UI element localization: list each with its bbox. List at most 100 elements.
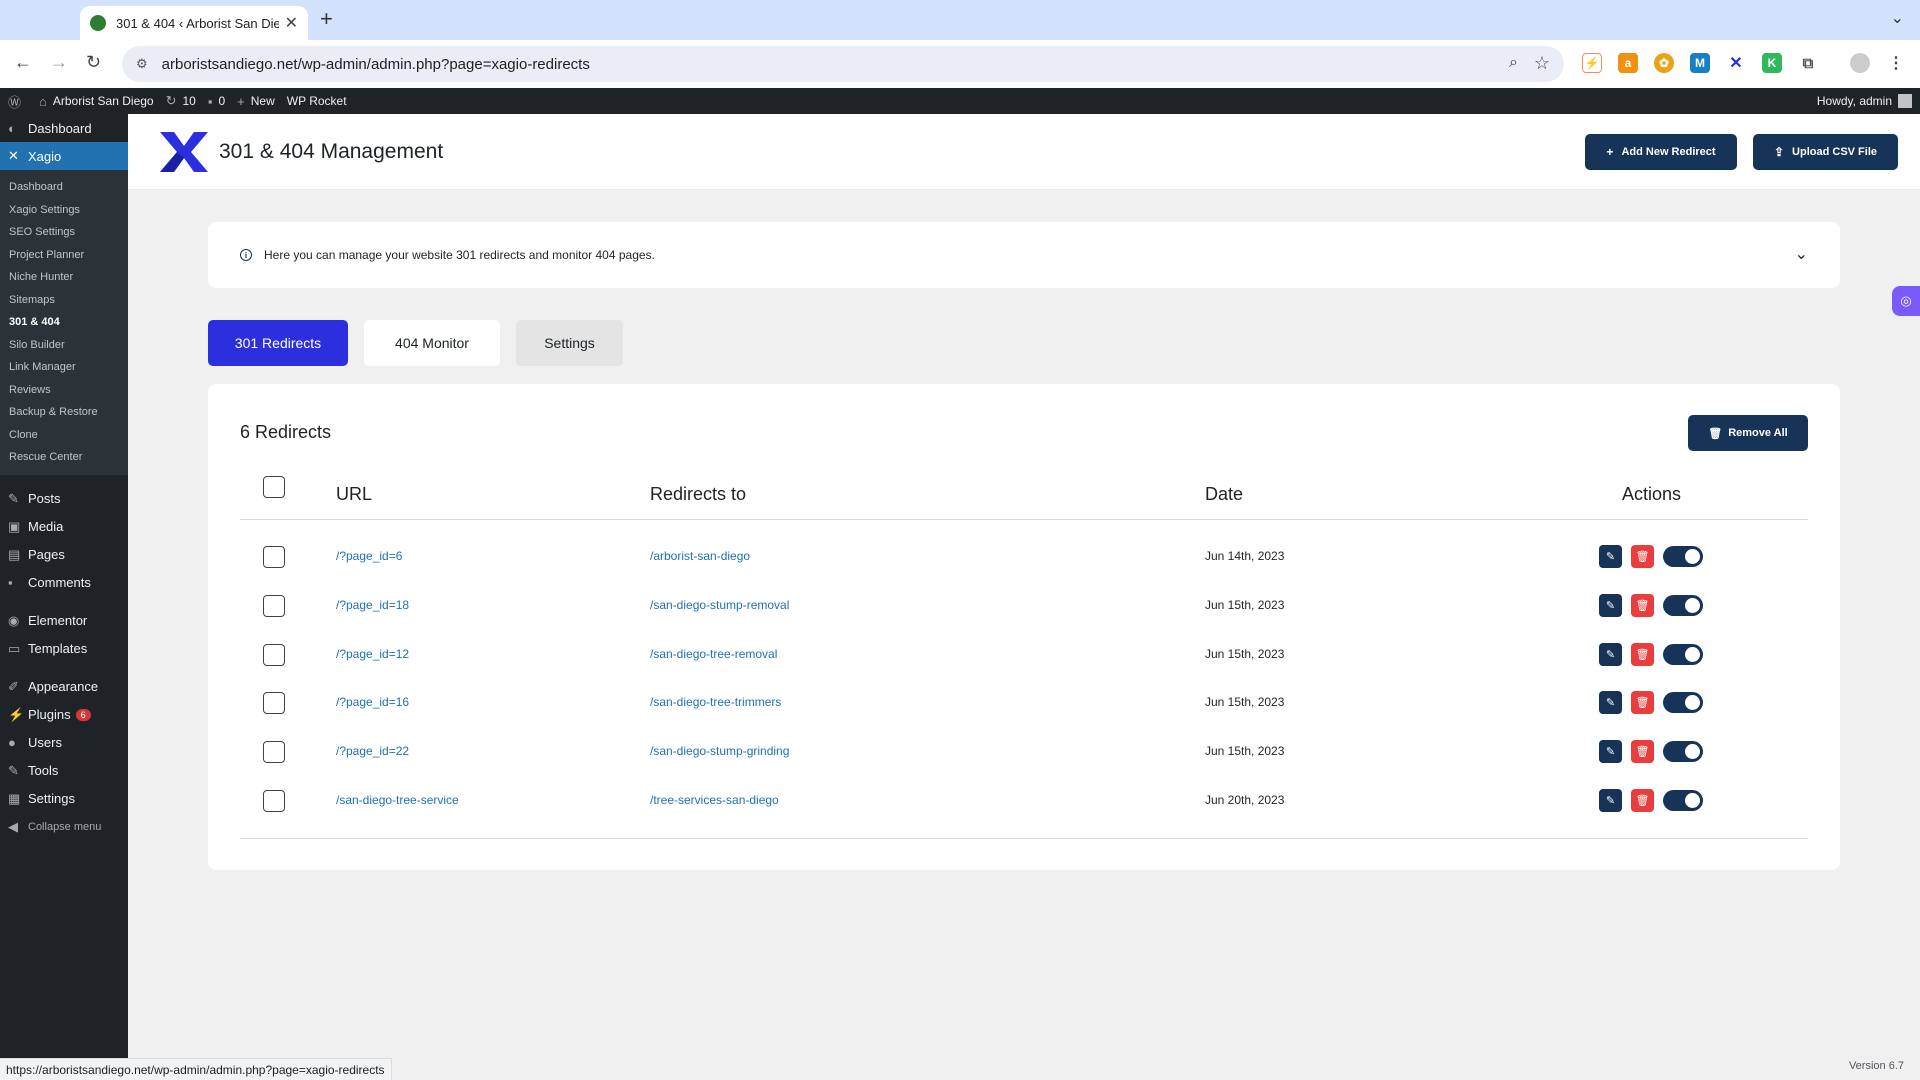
submenu-item[interactable]: Sitemaps — [0, 289, 128, 312]
back-button[interactable]: ← — [14, 52, 32, 73]
new-tab-button[interactable]: + — [320, 6, 333, 32]
edit-icon[interactable]: ✎ — [1599, 545, 1622, 568]
submenu-item-current[interactable]: 301 & 404 — [0, 311, 128, 334]
menu-tools[interactable]: ✎ Tools — [0, 757, 128, 785]
row-checkbox[interactable] — [263, 643, 285, 666]
menu-templates[interactable]: ▭ Templates — [0, 635, 128, 663]
submenu-item[interactable]: Silo Builder — [0, 334, 128, 357]
enabled-toggle[interactable] — [1663, 692, 1703, 714]
site-name-link[interactable]: ⌂ Arborist San Diego — [39, 94, 154, 109]
menu-plugins[interactable]: ⚡ Plugins 6 — [0, 701, 128, 729]
target-url-link[interactable]: /arborist-san-diego — [650, 549, 750, 563]
delete-icon[interactable]: 🗑 — [1631, 691, 1654, 715]
source-url-link[interactable]: /?page_id=6 — [336, 549, 402, 563]
enabled-toggle[interactable] — [1663, 741, 1703, 763]
menu-posts[interactable]: ✎ Posts — [0, 485, 128, 513]
extension-xagio-icon[interactable]: ✕ — [1726, 53, 1746, 73]
menu-settings[interactable]: ▦ Settings — [0, 785, 128, 813]
enabled-toggle[interactable] — [1663, 546, 1703, 567]
submenu-item[interactable]: Dashboard — [0, 176, 128, 199]
edit-icon[interactable]: ✎ — [1599, 691, 1622, 715]
edit-icon[interactable]: ✎ — [1599, 642, 1622, 666]
delete-icon[interactable]: 🗑 — [1631, 593, 1654, 617]
wordpress-logo-icon[interactable]: Ⓦ — [8, 92, 27, 111]
delete-icon[interactable]: 🗑 — [1631, 642, 1654, 666]
extension-amazon-icon[interactable]: a — [1618, 53, 1638, 73]
submenu-item[interactable]: Project Planner — [0, 244, 128, 267]
remove-all-button[interactable]: 🗑 Remove All — [1688, 415, 1808, 451]
menu-elementor[interactable]: ◉ Elementor — [0, 607, 128, 635]
delete-icon[interactable]: 🗑 — [1631, 740, 1654, 764]
menu-appearance[interactable]: ✐ Appearance — [0, 673, 128, 701]
reload-button[interactable]: ↻ — [86, 52, 101, 73]
browser-menu-icon[interactable]: ⋮ — [1886, 53, 1906, 73]
tab-301-redirects[interactable]: 301 Redirects — [208, 320, 348, 366]
source-url-link[interactable]: /?page_id=22 — [336, 744, 409, 758]
close-tab-icon[interactable]: ✕ — [285, 13, 298, 33]
tab-search-chevron-icon[interactable]: ⌄ — [1891, 8, 1904, 28]
comments-link[interactable]: ▪ 0 — [208, 94, 225, 109]
target-url-link[interactable]: /san-diego-stump-removal — [650, 598, 789, 612]
source-url-link[interactable]: /?page_id=18 — [336, 598, 409, 612]
upload-csv-button[interactable]: ⇪ Upload CSV File — [1753, 134, 1898, 170]
zoom-icon[interactable]: ⌕ — [1509, 54, 1518, 72]
chevron-down-icon[interactable]: ⌄ — [1795, 244, 1808, 264]
submenu-item[interactable]: Xagio Settings — [0, 199, 128, 222]
tab-settings[interactable]: Settings — [516, 320, 623, 366]
menu-media[interactable]: ▣ Media — [0, 513, 128, 541]
updates-link[interactable]: ↻ 10 — [166, 93, 196, 109]
wp-rocket-link[interactable]: WP Rocket — [287, 94, 347, 108]
row-checkbox[interactable] — [263, 741, 285, 764]
edit-icon[interactable]: ✎ — [1599, 593, 1622, 617]
new-content-link[interactable]: + New — [237, 94, 275, 109]
target-url-link[interactable]: /tree-services-san-diego — [650, 793, 779, 807]
extension-k-icon[interactable]: K — [1762, 53, 1782, 73]
target-url-link[interactable]: /san-diego-tree-removal — [650, 647, 777, 661]
address-url[interactable]: arboristsandiego.net/wp-admin/admin.php?… — [162, 56, 590, 73]
extension-3-icon[interactable]: ✿ — [1654, 53, 1674, 73]
profile-avatar[interactable] — [1850, 53, 1870, 73]
target-url-link[interactable]: /san-diego-tree-trimmers — [650, 695, 781, 709]
tab-404-monitor[interactable]: 404 Monitor — [364, 320, 500, 366]
extension-1-icon[interactable]: ⚡ — [1582, 53, 1602, 73]
edit-icon[interactable]: ✎ — [1599, 740, 1622, 764]
edit-icon[interactable]: ✎ — [1599, 788, 1622, 812]
chat-widget-icon[interactable]: ◎ — [1892, 286, 1920, 316]
row-checkbox[interactable] — [263, 692, 285, 715]
submenu-item[interactable]: Rescue Center — [0, 446, 128, 469]
menu-comments[interactable]: ▪ Comments — [0, 569, 128, 597]
row-checkbox[interactable] — [263, 594, 285, 617]
row-checkbox[interactable] — [263, 546, 285, 568]
submenu-item[interactable]: Backup & Restore — [0, 401, 128, 424]
delete-icon[interactable]: 🗑 — [1631, 788, 1654, 812]
avatar[interactable] — [1898, 94, 1912, 108]
add-new-redirect-button[interactable]: + Add New Redirect — [1585, 134, 1737, 170]
source-url-link[interactable]: /san-diego-tree-service — [336, 793, 459, 807]
collapse-menu-button[interactable]: ◀ Collapse menu — [0, 813, 128, 841]
source-url-link[interactable]: /?page_id=16 — [336, 695, 409, 709]
enabled-toggle[interactable] — [1663, 594, 1703, 616]
extensions-puzzle-icon[interactable]: ⧉ — [1798, 53, 1818, 73]
bookmark-star-icon[interactable]: ☆ — [1534, 53, 1550, 74]
site-info-icon[interactable]: ⚙ — [136, 56, 148, 72]
enabled-toggle[interactable] — [1663, 643, 1703, 665]
extension-m-icon[interactable]: M — [1690, 53, 1710, 73]
my-account[interactable]: Howdy, admin — [1817, 94, 1912, 108]
submenu-item[interactable]: Link Manager — [0, 356, 128, 379]
address-bar[interactable]: ⚙ arboristsandiego.net/wp-admin/admin.ph… — [122, 46, 1564, 82]
submenu-item[interactable]: Clone — [0, 424, 128, 447]
submenu-item[interactable]: Reviews — [0, 379, 128, 402]
target-url-link[interactable]: /san-diego-stump-grinding — [650, 744, 789, 758]
delete-icon[interactable]: 🗑 — [1631, 545, 1654, 568]
browser-tab[interactable]: 301 & 404 ‹ Arborist San Diego ✕ — [80, 6, 308, 40]
select-all-checkbox[interactable] — [263, 476, 285, 498]
source-url-link[interactable]: /?page_id=12 — [336, 647, 409, 661]
menu-users[interactable]: ● Users — [0, 729, 128, 757]
row-checkbox[interactable] — [263, 789, 285, 812]
submenu-item[interactable]: SEO Settings — [0, 221, 128, 244]
menu-pages[interactable]: ▤ Pages — [0, 541, 128, 569]
forward-button[interactable]: → — [50, 52, 68, 73]
menu-dashboard[interactable]: ◐ Dashboard — [0, 114, 128, 142]
menu-xagio[interactable]: ✕ Xagio — [0, 142, 128, 170]
submenu-item[interactable]: Niche Hunter — [0, 266, 128, 289]
